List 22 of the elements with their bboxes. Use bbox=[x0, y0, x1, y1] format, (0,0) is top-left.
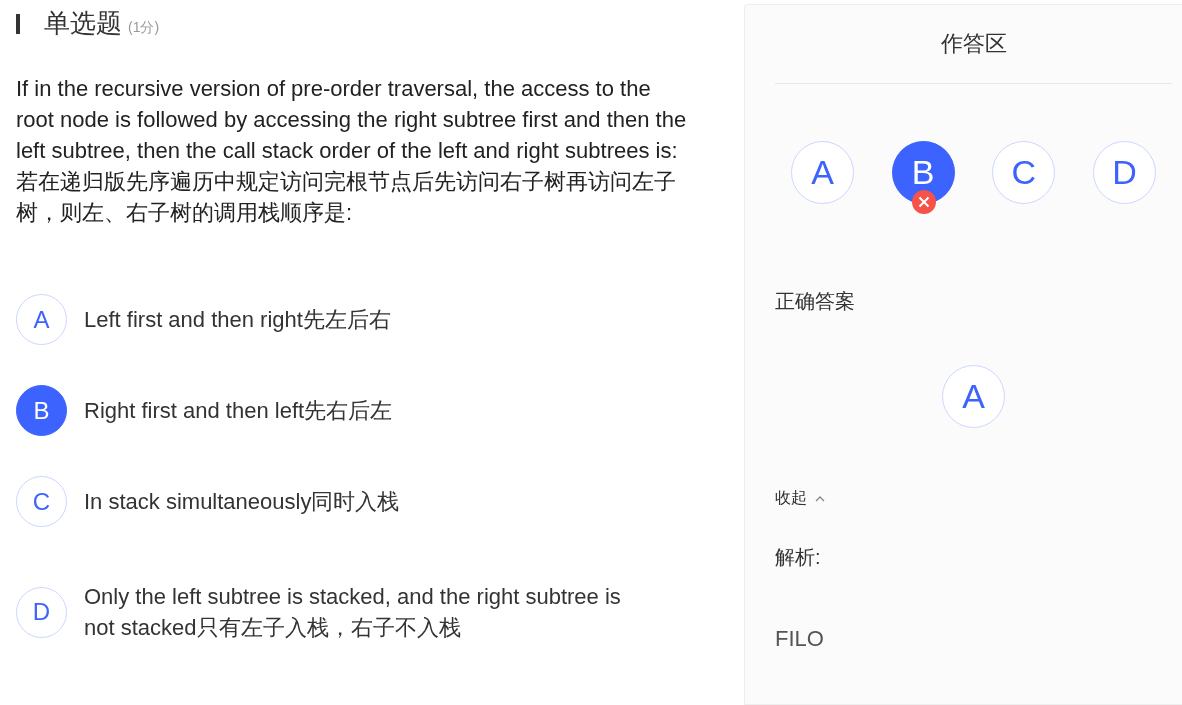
option-letter[interactable]: D bbox=[16, 586, 67, 638]
collapse-button[interactable]: 收起 bbox=[775, 488, 825, 509]
option-letter[interactable]: A bbox=[942, 365, 1005, 428]
correct-answer-label: 正确答案 bbox=[775, 289, 856, 314]
option-text: Right first and then left先右后左 bbox=[84, 397, 394, 425]
question-type: 单选题 bbox=[44, 7, 122, 40]
question-score: (1分) bbox=[128, 19, 160, 37]
option-text: Left first and then right先左后右 bbox=[84, 306, 392, 334]
option-letter[interactable]: C bbox=[16, 476, 67, 527]
option-text: Only the left subtree is stacked, and the right subtree is not stacked只有左子入栈，右子不入栈 bbox=[84, 583, 622, 642]
panel-title: 作答区 bbox=[775, 5, 1172, 84]
caret-icon bbox=[815, 495, 825, 502]
option-letter[interactable]: C bbox=[992, 141, 1056, 204]
section-marker bbox=[16, 13, 20, 34]
option-letter[interactable]: B bbox=[16, 385, 67, 436]
option-letter[interactable]: D bbox=[1092, 141, 1156, 204]
option-letter[interactable]: A bbox=[791, 141, 854, 204]
option-letter[interactable]: A bbox=[16, 294, 67, 345]
analysis-text: FILO bbox=[775, 626, 825, 652]
option-text: In stack simultaneously同时入栈 bbox=[84, 488, 401, 516]
analysis-label: 解析: bbox=[775, 545, 822, 570]
question-text: If in the recursive version of pre-order traversal, the access to the root node is followed by accessing the right subtree first and then the left subtree, then the call stack order of the left and right subtrees is: 若在递归版先序遍历中规定访问完根节点后先访问右子树再访问左子树，则左、右子树的调用栈顺序是: bbox=[16, 75, 688, 227]
